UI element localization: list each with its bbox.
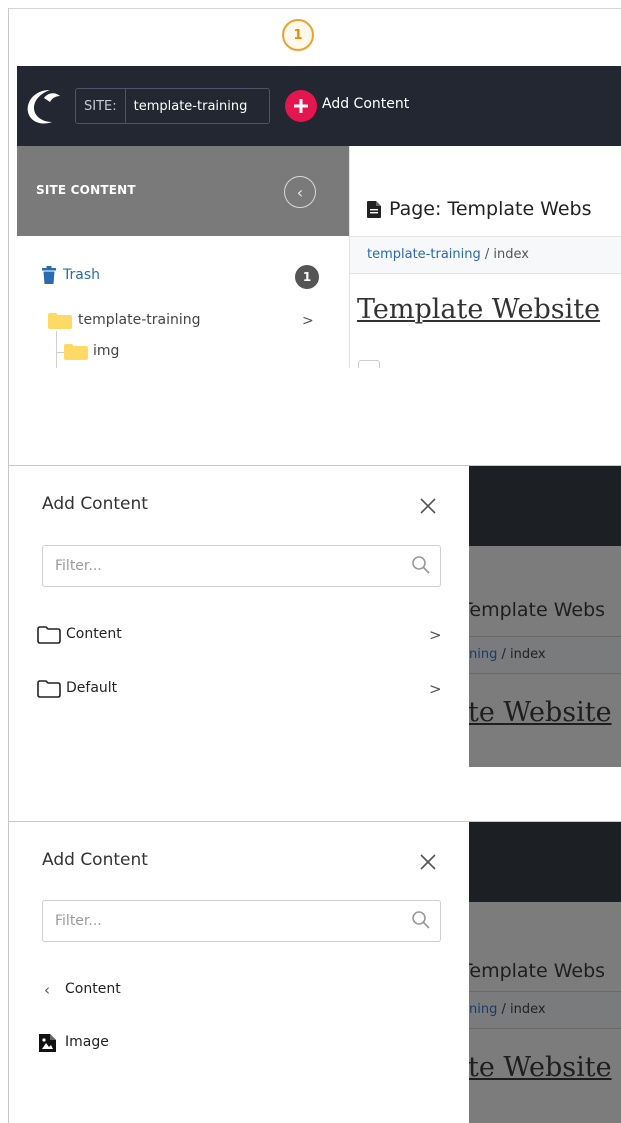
filter-input[interactable] bbox=[42, 900, 441, 942]
search-icon bbox=[412, 911, 430, 929]
frame-top-border bbox=[8, 8, 621, 9]
folder-icon bbox=[48, 313, 72, 329]
back-to-content[interactable]: Content bbox=[65, 981, 121, 997]
dimmed-topbar bbox=[469, 822, 621, 902]
dimmed-page-title: Template Webs bbox=[469, 960, 606, 982]
folder-outline-icon bbox=[37, 680, 61, 698]
panel-title: Add Content bbox=[42, 494, 148, 514]
chevron-left-icon: ‹ bbox=[296, 182, 304, 202]
category-default[interactable]: Default bbox=[66, 680, 117, 696]
dimmed-topbar bbox=[469, 466, 621, 546]
tree-item-img[interactable]: img bbox=[93, 343, 119, 359]
chevron-right-icon[interactable]: > bbox=[429, 626, 442, 644]
trash-link[interactable]: Trash bbox=[63, 267, 100, 283]
search-icon bbox=[412, 556, 430, 574]
page-title: Page: Template Webs bbox=[389, 198, 592, 220]
chevron-right-icon[interactable]: > bbox=[302, 313, 314, 329]
partial-checkbox bbox=[358, 360, 380, 368]
breadcrumb-current: / index bbox=[480, 247, 529, 262]
content-type-image[interactable]: Image bbox=[65, 1034, 109, 1050]
breadcrumb-site-link[interactable]: template-training bbox=[367, 247, 481, 262]
category-content[interactable]: Content bbox=[66, 626, 122, 642]
dimmed-background-preview: Template Webs ning / index te Website bbox=[469, 466, 621, 767]
page-document-icon bbox=[367, 201, 381, 218]
dimmed-background-preview: Template Webs ning / index te Website bbox=[469, 822, 621, 1123]
folder-icon bbox=[64, 344, 88, 360]
site-name: template-training bbox=[133, 98, 248, 114]
plus-icon bbox=[294, 99, 308, 113]
chevron-right-icon[interactable]: > bbox=[429, 680, 442, 698]
site-selector[interactable]: SITE: template-training bbox=[75, 88, 270, 124]
dimmed-page-title: Template Webs bbox=[469, 599, 606, 621]
dimmed-breadcrumb: ning / index bbox=[469, 647, 546, 662]
frame-left-border bbox=[8, 8, 9, 1123]
add-content-label[interactable]: Add Content bbox=[322, 96, 409, 112]
dimmed-page-heading: te Website bbox=[469, 697, 612, 728]
close-icon[interactable] bbox=[419, 497, 437, 515]
dimmed-page-heading: te Website bbox=[469, 1052, 612, 1083]
sidebar-title: SITE CONTENT bbox=[36, 183, 136, 197]
chevron-left-icon[interactable]: ‹ bbox=[44, 981, 50, 999]
dimmed-breadcrumb: ning / index bbox=[469, 1002, 546, 1017]
tree-item-template-training[interactable]: template-training bbox=[78, 312, 201, 328]
filter-placeholder: Filter... bbox=[55, 558, 102, 574]
step-number-badge: 1 bbox=[282, 19, 314, 51]
image-file-icon bbox=[39, 1034, 56, 1052]
site-label: SITE: bbox=[76, 89, 126, 123]
app-logo-icon[interactable] bbox=[20, 84, 70, 128]
tree-connector-line bbox=[56, 331, 57, 368]
close-icon[interactable] bbox=[419, 853, 437, 871]
tutorial-screenshot: 1 SITE: template-training Add Content SI… bbox=[0, 0, 621, 1123]
filter-input[interactable] bbox=[42, 545, 441, 587]
trash-count-badge: 1 bbox=[295, 265, 319, 289]
add-content-button[interactable] bbox=[285, 90, 317, 122]
filter-placeholder: Filter... bbox=[55, 913, 102, 929]
panel-title: Add Content bbox=[42, 850, 148, 870]
folder-outline-icon bbox=[37, 626, 61, 644]
breadcrumb: template-training / index bbox=[367, 247, 529, 262]
page-preview-heading[interactable]: Template Website bbox=[357, 294, 600, 325]
collapse-sidebar-button[interactable]: ‹ bbox=[284, 176, 316, 208]
trash-icon bbox=[42, 266, 56, 284]
